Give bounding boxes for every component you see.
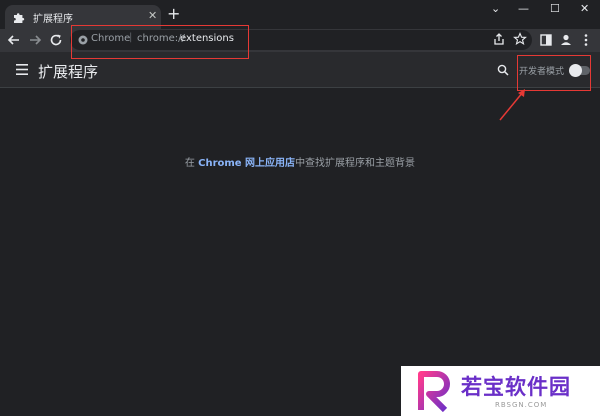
watermark-name: 若宝软件园 [461,375,571,399]
back-arrow-icon[interactable] [6,32,22,48]
watermark-logo-icon [418,371,450,412]
watermark: 若宝软件园 RBSGN.COM [401,366,600,416]
more-menu-icon[interactable] [578,32,594,48]
watermark-url: RBSGN.COM [495,401,548,409]
bookmark-star-icon[interactable] [513,32,527,46]
empty-state-message: 在 Chrome 网上应用店中查找扩展程序和主题背景 [0,154,600,169]
empty-state-suffix: 中查找扩展程序和主题背景 [295,158,416,169]
puzzle-icon [14,13,25,23]
minimize-button[interactable]: — [518,2,529,16]
annotation-arrow-icon [499,89,525,121]
address-highlight-box [71,25,249,59]
share-icon[interactable] [492,32,506,46]
new-tab-button[interactable]: + [167,6,180,22]
tab-search-chevron-icon[interactable]: ⌄ [491,2,500,16]
hamburger-menu-icon[interactable] [16,64,28,75]
reload-icon[interactable] [48,32,64,48]
side-panel-icon[interactable] [538,32,554,48]
search-icon[interactable] [497,64,509,76]
page-title: 扩展程序 [38,63,99,81]
close-window-button[interactable]: ✕ [580,2,589,16]
profile-avatar-icon[interactable] [558,32,574,48]
tab-close-icon[interactable]: ✕ [148,9,157,23]
maximize-button[interactable]: ☐ [550,2,560,16]
tab-title: 扩展程序 [33,14,73,25]
empty-state-prefix: 在 [184,158,199,169]
web-store-link[interactable]: Chrome 网上应用店 [198,158,295,169]
forward-arrow-icon[interactable] [27,32,43,48]
